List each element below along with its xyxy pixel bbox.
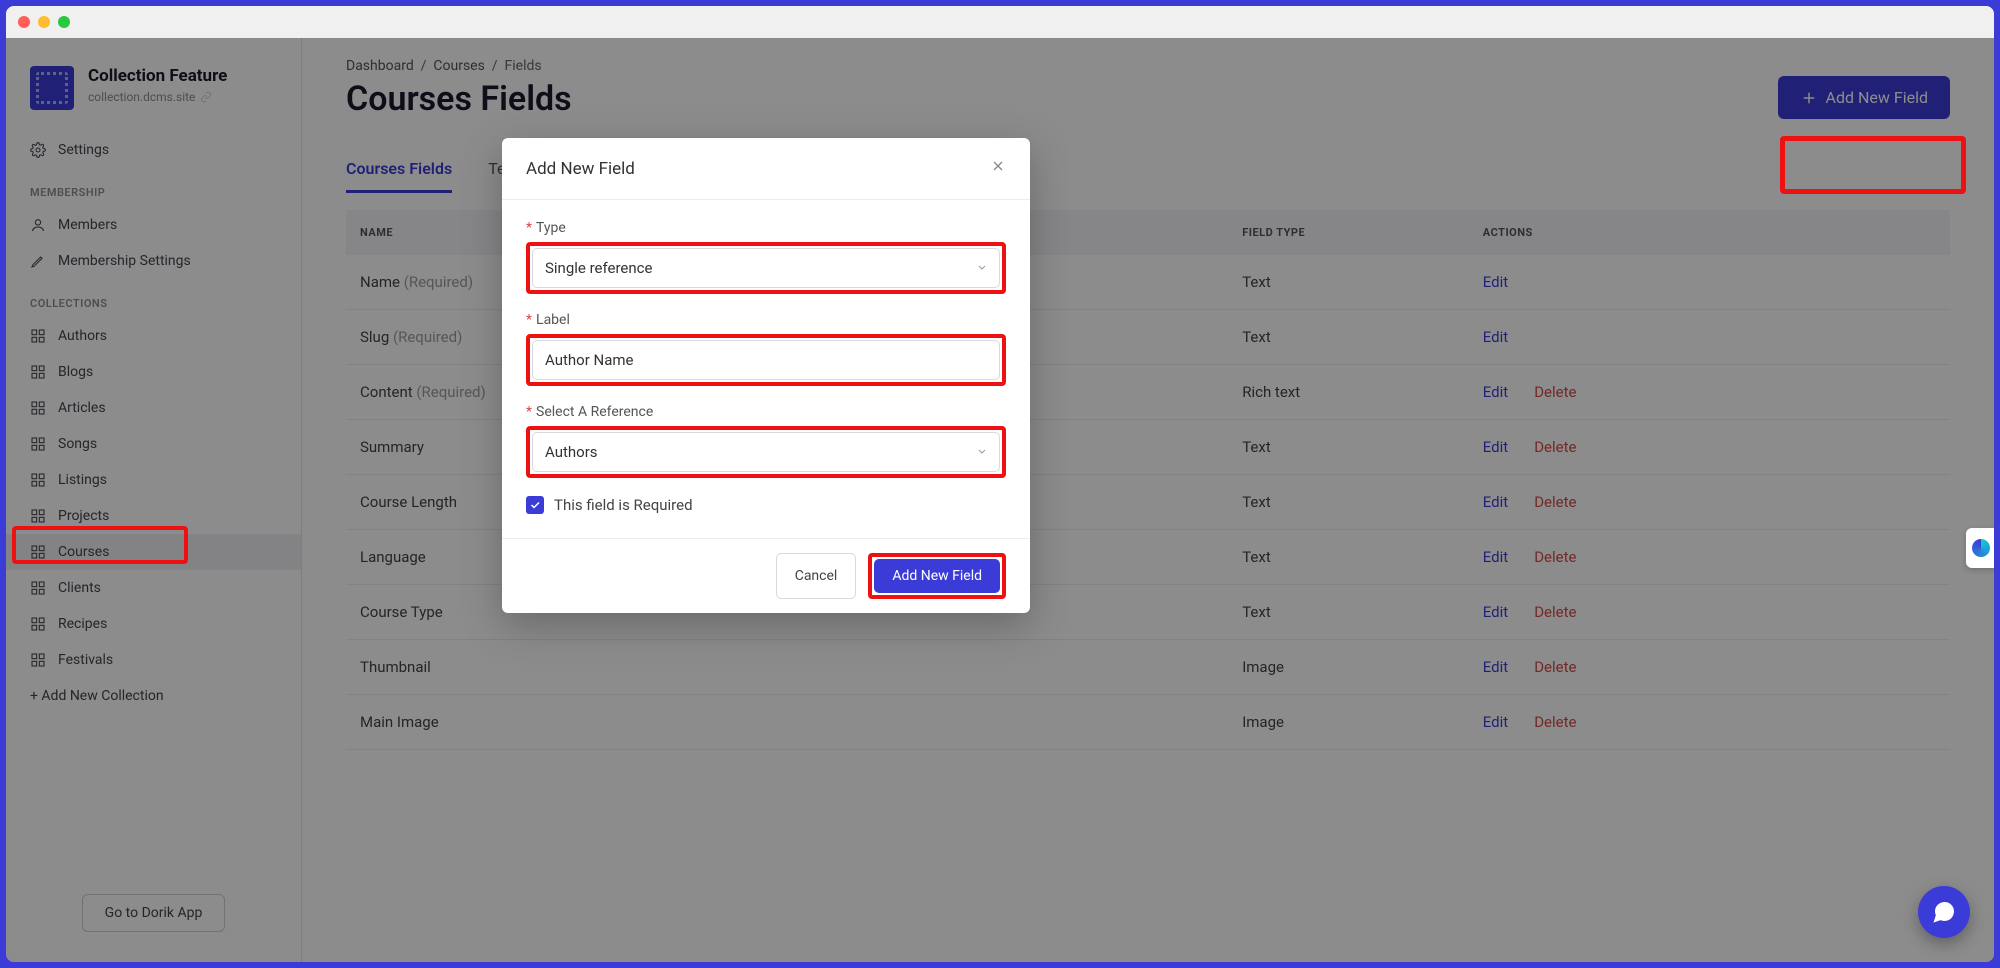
modal-title: Add New Field — [526, 159, 635, 179]
close-icon — [990, 158, 1006, 174]
label-input[interactable] — [532, 340, 1000, 380]
highlight-label-field — [526, 334, 1006, 386]
side-widget[interactable] — [1966, 528, 1994, 568]
modal-submit-button[interactable]: Add New Field — [874, 559, 1000, 593]
reference-select[interactable]: Authors — [532, 432, 1000, 472]
close-window-icon[interactable] — [18, 16, 30, 28]
circle-icon — [1972, 539, 1990, 557]
maximize-window-icon[interactable] — [58, 16, 70, 28]
minimize-window-icon[interactable] — [38, 16, 50, 28]
label-label: *Label — [526, 312, 1006, 328]
highlight-type-field: Single reference — [526, 242, 1006, 294]
chat-fab[interactable] — [1918, 886, 1970, 938]
type-select[interactable]: Single reference — [532, 248, 1000, 288]
highlight-submit-button: Add New Field — [868, 553, 1006, 599]
chat-icon — [1932, 900, 1956, 924]
highlight-reference-field: Authors — [526, 426, 1006, 478]
chevron-down-icon — [976, 443, 988, 462]
cancel-button[interactable]: Cancel — [776, 553, 857, 599]
window-titlebar — [6, 6, 1994, 38]
required-label: This field is Required — [554, 496, 693, 514]
required-checkbox-row[interactable]: This field is Required — [526, 496, 1006, 514]
chevron-down-icon — [976, 259, 988, 278]
reference-label: *Select A Reference — [526, 404, 1006, 420]
add-field-modal: Add New Field *Type Single reference *La… — [502, 138, 1030, 613]
modal-close-button[interactable] — [990, 158, 1006, 179]
checkbox-checked-icon — [526, 496, 544, 514]
type-label: *Type — [526, 220, 1006, 236]
